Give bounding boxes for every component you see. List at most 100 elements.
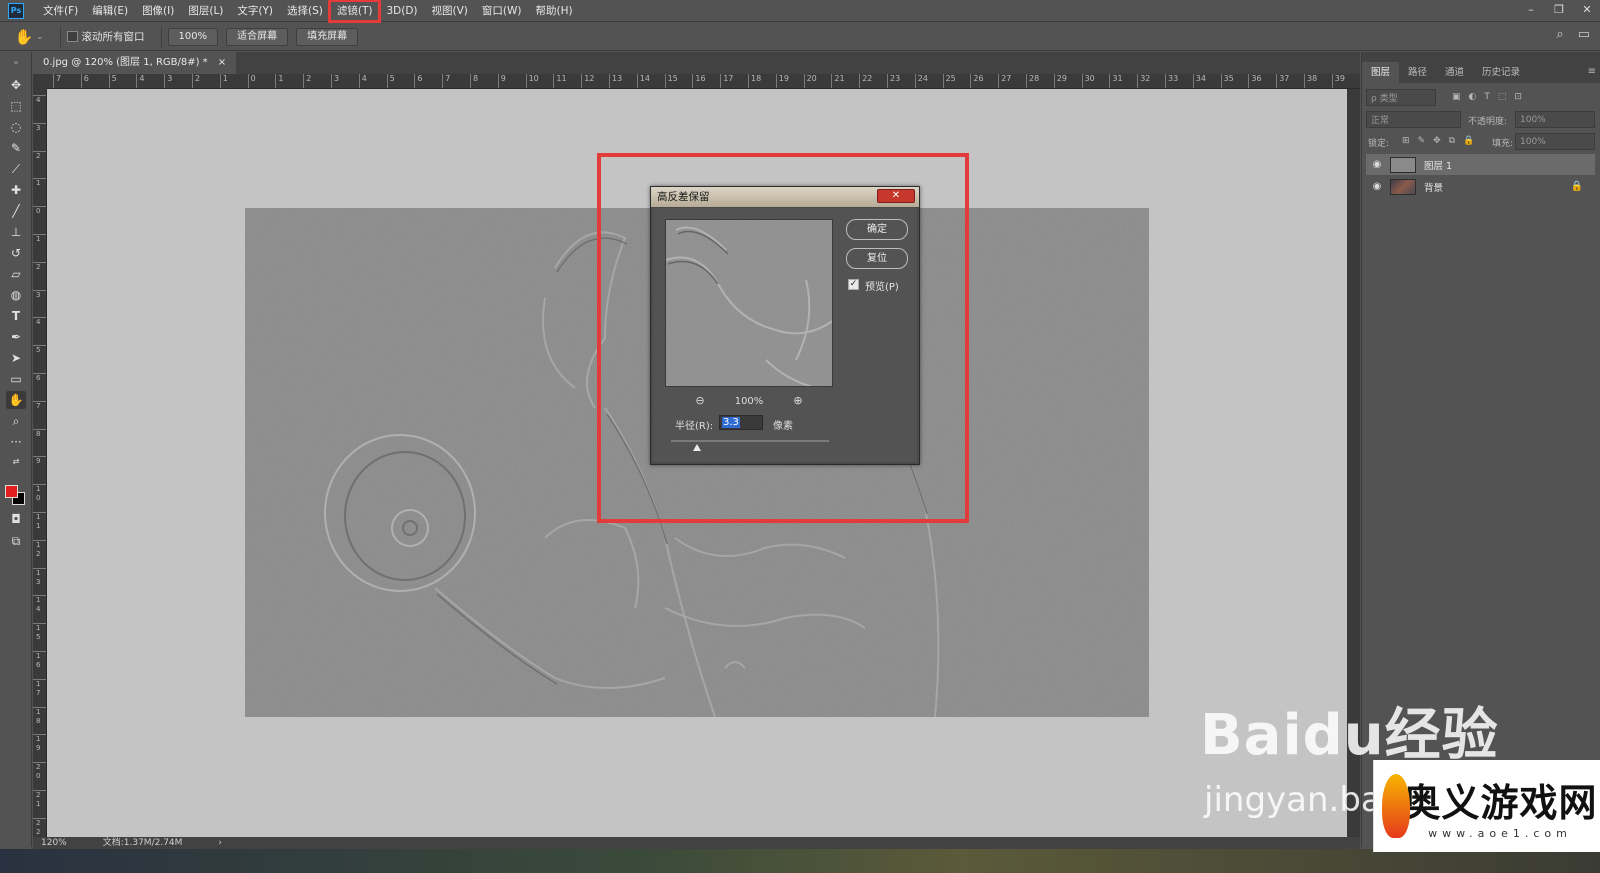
scroll-all-checkbox[interactable]	[66, 31, 78, 42]
tab-layers[interactable]: 图层	[1362, 62, 1400, 83]
opacity-label: 不透明度:	[1468, 117, 1508, 127]
blend-mode-select[interactable]: 正常	[1366, 111, 1461, 128]
menu-select[interactable]: 选择(S)	[280, 1, 330, 21]
tab-paths[interactable]: 路径	[1399, 62, 1436, 83]
swap-colors-icon[interactable]: ⇄	[6, 453, 26, 471]
workspace-icon[interactable]: ▭	[1578, 27, 1590, 42]
menu-window[interactable]: 窗口(W)	[475, 1, 529, 21]
ruler-tick-label: 5	[386, 74, 395, 88]
status-bar: 120% 文档:1.37M/2.74M ›	[33, 837, 1360, 849]
search-icon[interactable]: ⌕	[1556, 27, 1563, 42]
hand-icon[interactable]: ✋	[14, 27, 34, 47]
menu-3d[interactable]: 3D(D)	[379, 1, 424, 21]
tab-close-icon[interactable]: ×	[218, 52, 226, 74]
ruler-tick-label: 21	[831, 74, 845, 88]
tools-panel: » ✥ ⬚ ◌ ✎ ⟋ ✚ ╱ ⊥ ↺ ▱ ◍ T ✒ ➤ ▭ ✋ ⌕ ··· …	[0, 52, 32, 847]
layer-filter-icons[interactable]: ▣◐T⬚⊡	[1452, 92, 1530, 102]
ruler-tick-label: 27	[998, 74, 1011, 88]
quick-select-tool-icon[interactable]: ✎	[6, 139, 26, 157]
menu-filter[interactable]: 滤镜(T)	[327, 0, 382, 23]
blur-tool-icon[interactable]: ◍	[6, 286, 26, 304]
ruler-tick-label: 3	[33, 289, 46, 300]
screen-mode-icon[interactable]: ⧉	[6, 532, 26, 550]
tab-history[interactable]: 历史记录	[1473, 62, 1529, 83]
restore-icon[interactable]: ❐	[1552, 3, 1566, 17]
menu-layer[interactable]: 图层(L)	[181, 1, 230, 21]
fill-input[interactable]: 100%	[1515, 133, 1595, 150]
ruler-tick-label: 37	[1276, 74, 1289, 88]
type-tool-icon[interactable]: T	[6, 307, 26, 325]
ruler-tick-label: 34	[1192, 74, 1206, 88]
collapse-icon[interactable]: »	[6, 54, 26, 72]
minimize-icon[interactable]: –	[1524, 3, 1538, 17]
ruler-tick-label: 13	[609, 74, 622, 88]
fit-screen-button[interactable]: 适合屏幕	[226, 27, 289, 46]
document-tab-title: 0.jpg @ 120% (图层 1, RGB/8#) *	[43, 57, 208, 68]
path-select-tool-icon[interactable]: ➤	[6, 349, 26, 367]
flame-logo-icon	[1382, 774, 1410, 838]
layer-filter-input[interactable]: ρ 类型	[1366, 89, 1436, 106]
menu-type[interactable]: 文字(Y)	[230, 1, 280, 21]
ruler-tick-label: 23	[887, 74, 900, 88]
close-icon[interactable]: ✕	[1580, 3, 1594, 17]
marquee-tool-icon[interactable]: ⬚	[6, 97, 26, 115]
vertical-scrollbar[interactable]	[1347, 89, 1360, 837]
ruler-tick-label: 5	[108, 74, 117, 88]
menu-help[interactable]: 帮助(H)	[529, 1, 580, 21]
opacity-value: 100%	[1520, 114, 1546, 125]
options-bar: ✋ ⌄ 滚动所有窗口 100% 适合屏幕 填充屏幕 ⌕ ▭	[0, 23, 1600, 51]
opacity-input[interactable]: 100%	[1515, 111, 1595, 128]
ruler-tick-label: 8	[470, 74, 478, 88]
ruler-tick-label: 36	[1248, 74, 1262, 88]
visibility-eye-icon[interactable]: ◉	[1370, 181, 1384, 192]
fill-value: 100%	[1520, 136, 1546, 147]
zoom-100-button[interactable]: 100%	[167, 27, 219, 46]
ruler-tick-label: 14	[636, 74, 650, 88]
fill-label: 填充:	[1492, 139, 1514, 149]
ruler-tick-label: 29	[1053, 74, 1067, 88]
panel-header-strip	[1362, 52, 1600, 62]
history-brush-tool-icon[interactable]: ↺	[6, 244, 26, 262]
tab-channels[interactable]: 通道	[1436, 62, 1473, 83]
brush-tool-icon[interactable]: ╱	[6, 202, 26, 220]
ruler-corner	[33, 74, 47, 89]
chevron-down-icon[interactable]: ⌄	[36, 32, 44, 42]
hand-tool-icon[interactable]: ✋	[6, 391, 26, 409]
zoom-tool-icon[interactable]: ⌕	[6, 412, 26, 430]
lock-icons[interactable]: ⊞✎✥⧉🔒	[1402, 136, 1482, 146]
ruler-tick-label: 39	[1331, 74, 1345, 88]
foreground-color-swatch[interactable]	[5, 485, 18, 498]
pen-tool-icon[interactable]: ✒	[6, 328, 26, 346]
ruler-tick-label: 33	[1165, 74, 1178, 88]
ruler-tick-label: 12	[581, 74, 594, 88]
status-zoom[interactable]: 120%	[41, 837, 67, 849]
healing-tool-icon[interactable]: ✚	[6, 181, 26, 199]
eraser-tool-icon[interactable]: ▱	[6, 265, 26, 283]
fill-screen-button[interactable]: 填充屏幕	[296, 27, 359, 46]
lasso-tool-icon[interactable]: ◌	[6, 118, 26, 136]
window-controls: – ❐ ✕	[1524, 0, 1594, 20]
stamp-tool-icon[interactable]: ⊥	[6, 223, 26, 241]
panel-menu-icon[interactable]: ≡	[1588, 66, 1596, 77]
more-tools-icon[interactable]: ···	[6, 433, 26, 451]
document-tab[interactable]: 0.jpg @ 120% (图层 1, RGB/8#) * ×	[33, 52, 237, 74]
ruler-tick-label: 7	[53, 74, 61, 88]
layer-row-layer1[interactable]: ◉ 图层 1	[1366, 154, 1595, 175]
blend-mode-value: 正常	[1371, 116, 1390, 126]
eyedropper-tool-icon[interactable]: ⟋	[6, 160, 26, 178]
status-arrow-icon[interactable]: ›	[218, 837, 222, 849]
aoe-logo-url: www.aoe1.com	[1428, 827, 1572, 840]
ruler-tick-label: 1 2	[33, 539, 46, 559]
visibility-eye-icon[interactable]: ◉	[1370, 159, 1384, 170]
menu-image[interactable]: 图像(I)	[135, 1, 181, 21]
scroll-all-label: 滚动所有窗口	[81, 31, 145, 43]
quick-mask-icon[interactable]: ◘	[6, 510, 26, 528]
ruler-tick-label: 25	[942, 74, 956, 88]
menu-edit[interactable]: 编辑(E)	[85, 1, 135, 21]
rectangle-tool-icon[interactable]: ▭	[6, 370, 26, 388]
menu-view[interactable]: 视图(V)	[425, 1, 475, 21]
os-taskbar	[0, 849, 1600, 873]
layer-row-background[interactable]: ◉ 背景 🔒	[1366, 176, 1595, 197]
move-tool-icon[interactable]: ✥	[6, 76, 26, 94]
menu-file[interactable]: 文件(F)	[36, 1, 85, 21]
